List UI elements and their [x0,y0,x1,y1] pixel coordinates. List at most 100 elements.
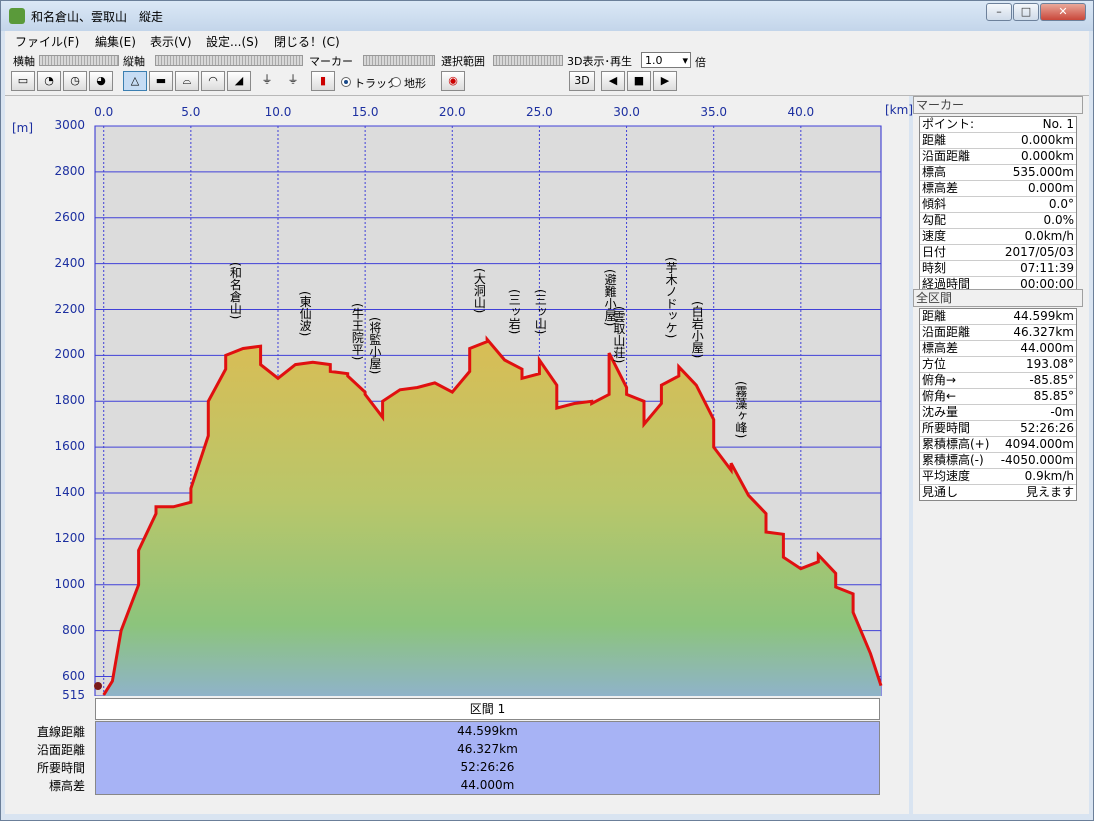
vaxis-slider[interactable] [155,55,303,66]
section-header[interactable]: 区間 1 [95,698,880,720]
mountain-icon[interactable]: △ [123,71,147,91]
close-button[interactable]: ✕ [1040,3,1086,21]
peak-label: (三ッ岩) [507,288,522,335]
info-key: 所要時間 [922,421,971,435]
y-tick-label: 515 [62,688,85,702]
info-row: 傾斜 0.0° [920,197,1076,213]
y-tick-label: 800 [62,622,85,637]
info-row: 所要時間 52:26:26 [920,421,1076,437]
info-row: 沿面距離 0.000km [920,149,1076,165]
x-unit: [km] [885,103,914,117]
menu-settings[interactable]: 設定...(S) [206,33,258,50]
info-key: 速度 [922,229,947,243]
haxis-slider[interactable] [39,55,119,66]
info-value: 535.000m [1012,165,1074,179]
x-tick-label: 10.0 [264,105,292,119]
y-tick-label: 1000 [54,576,85,591]
plug-icon[interactable]: ⏚ [255,71,279,91]
y-tick-label: 1600 [54,439,85,454]
info-value: 0.000km [1021,133,1074,147]
stop-icon[interactable]: ■ [627,71,651,91]
y-tick-label: 2400 [54,255,85,270]
app-icon [9,8,25,24]
speed-combo[interactable]: 1.0 ▾ [641,52,691,68]
info-value: 0.9km/h [1024,469,1074,483]
x-tick-label: 0.0 [94,105,114,119]
play-icon[interactable]: ▶ [653,71,677,91]
section-label-time: 所要時間 [36,761,85,775]
slope-icon[interactable]: ◢ [227,71,251,91]
elevation-chart[interactable] [1,96,911,696]
peak-label: (将監小屋) [367,317,382,375]
clock-icon[interactable]: ◔ [37,71,61,91]
info-key: ポイント: [922,117,975,131]
thermometer-icon[interactable]: ▮ [311,71,335,91]
chevron-down-icon: ▾ [682,54,688,67]
y-tick-label: 2200 [54,301,85,316]
section-surface-distance: 46.327km [457,742,518,756]
info-key: 沿面距離 [922,149,971,163]
info-row: 時刻 07:11:39 [920,261,1076,277]
info-value: 0.0km/h [1024,229,1074,243]
y-tick-label: 1400 [54,485,85,499]
minimize-button[interactable]: – [986,3,1012,21]
track-radio[interactable] [341,77,351,87]
total-table: 距離 44.599km 沿面距離 46.327km 標高差 44.000m 方位 193.08… [919,308,1077,501]
info-value: 85.85° [1033,389,1074,403]
plug-off-icon[interactable]: ⏚ [281,71,305,91]
arc-clock-icon[interactable]: ◠ [201,71,225,91]
info-value: 2017/05/03 [1004,245,1074,259]
menu-view[interactable]: 表示(V) [150,33,192,50]
info-key: 勾配 [922,213,947,227]
info-key: 沿面距離 [922,325,971,339]
menu-file[interactable]: ファイル(F) [15,33,79,50]
menu-close[interactable]: 閉じる！(C) [274,33,340,50]
info-row: 標高差 44.000m [920,341,1076,357]
clock-12h-icon[interactable]: ◷ [63,71,87,91]
y-tick-label: 2600 [54,209,85,224]
terrain-radio[interactable] [391,77,401,87]
info-value: 52:26:26 [1020,421,1074,435]
peak-label: (大洞山) [472,268,487,314]
haxis-distance-icon[interactable]: ▭ [11,71,35,91]
x-tick-label: 25.0 [526,105,553,119]
info-value: No. 1 [1042,117,1074,131]
marker-table: ポイント: No. 1 距離 0.000km 沿面距離 0.000km 標高 535.000m… [919,116,1077,293]
marker-slider[interactable] [363,55,435,66]
peak-label: (三ッ山) [533,288,548,335]
title-bar[interactable]: 和名倉山、雲取山 縦走 – □ ✕ [1,1,1093,31]
info-key: 日付 [922,245,947,259]
info-key: 累積標高(-) [922,453,984,467]
maximize-button[interactable]: □ [1013,3,1039,21]
x-tick-label: 40.0 [787,105,815,119]
info-value: -0m [1050,405,1074,419]
menu-edit[interactable]: 編集(E) [95,33,136,50]
info-key: 距離 [922,133,947,147]
range-slider[interactable] [493,55,563,66]
view3d-icon[interactable]: 3D [569,71,595,91]
range-label: 選択範囲 [441,55,485,68]
info-key: 沈み量 [922,405,959,419]
info-value: -85.85° [1029,373,1074,387]
arc-icon[interactable]: ⌓ [175,71,199,91]
total-panel-title: 全区間 [913,289,1083,307]
haxis-label: 横軸 [13,55,35,68]
info-value: 4094.000m [1005,437,1074,451]
x-tick-label: 15.0 [351,105,379,119]
rewind-icon[interactable]: ◀ [601,71,625,91]
section-label-elev: 標高差 [48,779,85,793]
info-key: 見通し [922,485,959,499]
info-row: 累積標高(+) 4094.000m [920,437,1076,453]
location-icon[interactable]: ◉ [441,71,465,91]
flat-icon[interactable]: ▬ [149,71,173,91]
info-key: 累積標高(+) [922,437,990,451]
speed-value: 1.0 [645,54,663,67]
pie-icon[interactable]: ◕ [89,71,113,91]
info-value: 193.08° [1026,357,1074,371]
section-elevation-diff: 44.000m [460,778,515,792]
y-tick-label: 3000 [54,118,85,132]
info-row: 方位 193.08° [920,357,1076,373]
section-label-straight: 直線距離 [36,725,85,739]
info-value: 07:11:39 [1020,261,1074,275]
info-value: 0.000m [1027,181,1074,195]
